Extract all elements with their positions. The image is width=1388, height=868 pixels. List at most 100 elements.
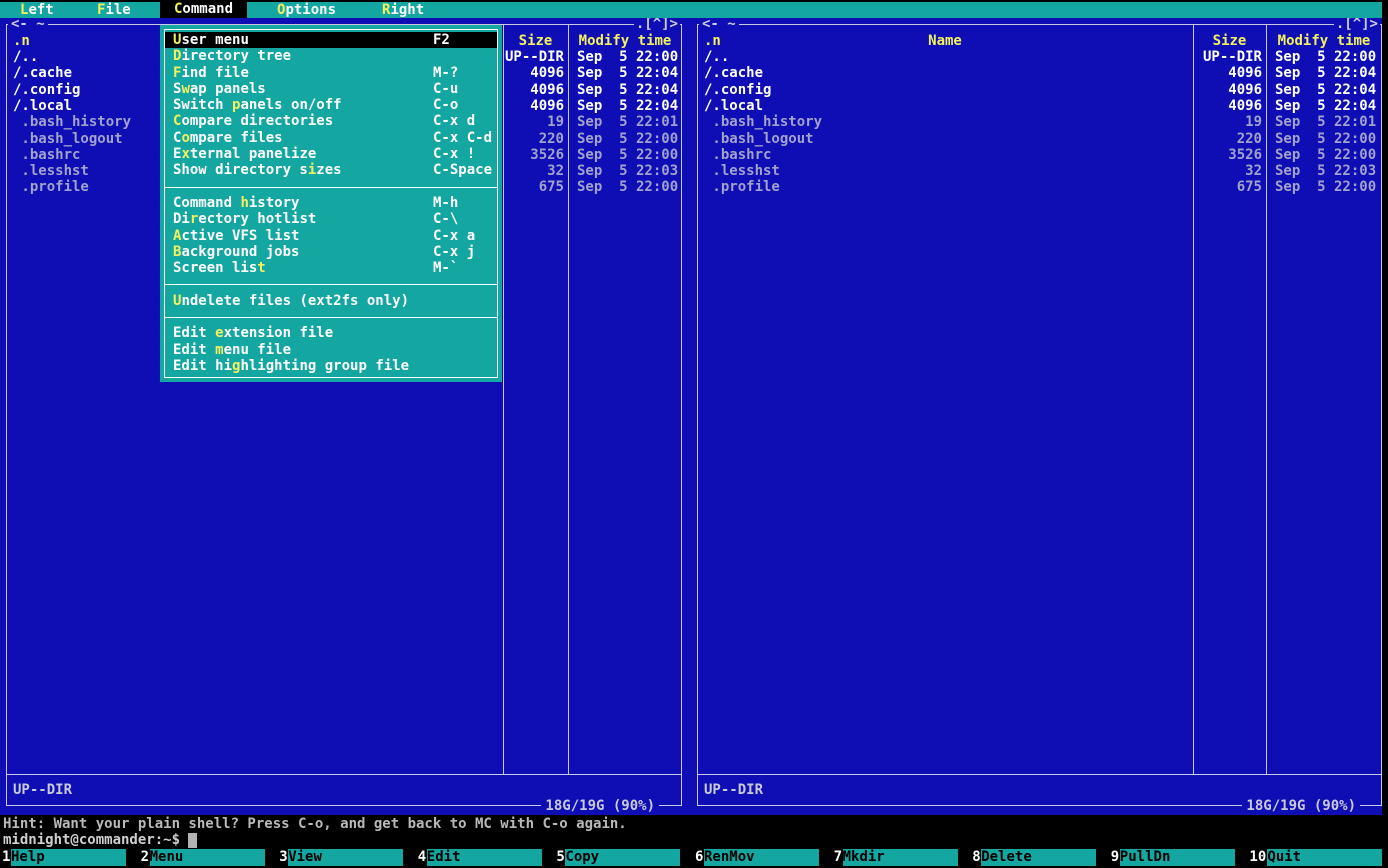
shell-prompt-text: midnight@commander:~$ [3, 832, 180, 848]
menu-item-hotkey: w [181, 81, 189, 97]
file-size: 19 [1152, 114, 1262, 130]
menu-item[interactable]: Command historyM-h [165, 195, 497, 211]
shell-prompt-line[interactable]: midnight@commander:~$ [3, 832, 180, 848]
column-header-modify-time[interactable]: Modify time [1278, 33, 1371, 49]
file-mtime: Sep 5 22:04 [577, 82, 678, 98]
menu-item-shortcut: C-o [433, 97, 458, 113]
menu-item[interactable]: Active VFS listC-x a [165, 228, 497, 244]
menu-item[interactable]: Directory tree [165, 48, 497, 64]
file-mtime: Sep 5 22:04 [1275, 98, 1376, 114]
menu-item-text: ternal panelize [190, 146, 316, 162]
menu-item[interactable]: Find fileM-? [165, 65, 497, 81]
menu-item-text: ackground jobs [181, 244, 299, 260]
menu-item[interactable]: Edit highlighting group file [165, 358, 497, 374]
file-mtime: Sep 5 22:01 [577, 114, 678, 130]
menu-item[interactable]: Directory hotlistC-\ [165, 211, 497, 227]
fkey-4-button[interactable]: Edit [427, 849, 542, 866]
menu-item-text: ectory hotlist [198, 211, 316, 227]
panel-right-path-title[interactable]: <- ~ [699, 16, 739, 32]
menu-item-shortcut: M-h [433, 195, 458, 211]
sort-indicator[interactable]: .n [704, 33, 721, 49]
menu-item-hotkey: x [181, 146, 189, 162]
fkey-2-button[interactable]: Menu [150, 849, 265, 866]
hint-text: Hint: Want your plain shell? Press C-o, … [3, 816, 627, 832]
menu-item-hotkey: o [181, 130, 189, 146]
menu-item-command[interactable]: Command [160, 0, 247, 18]
column-header-size[interactable]: Size [1213, 33, 1247, 49]
fkey-3-number: 3 [279, 849, 287, 865]
menu-item[interactable]: Show directory sizesC-Space [165, 162, 497, 178]
menu-item-hotkey: t [257, 260, 265, 276]
menu-item-text: ctive VFS list [181, 228, 299, 244]
menu-item-text: Edit [173, 325, 215, 341]
menu-item-text: ap panels [190, 81, 266, 97]
panel-left-ministatus-separator [7, 774, 681, 775]
file-name: /.local [13, 98, 72, 114]
fkey-8-number: 8 [972, 849, 980, 865]
menu-item[interactable]: Edit extension file [165, 325, 497, 341]
menu-item[interactable]: Swap panelsC-u [165, 81, 497, 97]
panel-left-path-title[interactable]: <- ~ [8, 16, 48, 32]
file-mtime: Sep 5 22:00 [1275, 131, 1376, 147]
fkey-8-button[interactable]: Delete [981, 849, 1096, 866]
file-mtime: Sep 5 22:00 [577, 179, 678, 195]
menu-item-file[interactable]: File [97, 2, 131, 18]
menu-item-shortcut: C-u [433, 81, 458, 97]
menu-item[interactable]: Edit menu file [165, 342, 497, 358]
menu-item-right[interactable]: Right [382, 2, 424, 18]
file-mtime: Sep 5 22:03 [577, 163, 678, 179]
column-header-size[interactable]: Size [519, 33, 553, 49]
column-header-modify-time[interactable]: Modify time [579, 33, 672, 49]
menu-item-text: enu file [224, 342, 291, 358]
file-name: /.cache [13, 65, 72, 81]
menu-item[interactable]: Undelete files (ext2fs only) [165, 293, 497, 309]
menu-item[interactable]: Background jobsC-x j [165, 244, 497, 260]
file-name: /.config [704, 82, 771, 98]
file-name: .bashrc [13, 147, 80, 163]
menu-item-shortcut: M-` [433, 260, 458, 276]
menu-item[interactable]: User menuF2 [165, 32, 497, 48]
fkey-6-button[interactable]: RenMov [704, 849, 819, 866]
menu-item-text: Edit [173, 342, 215, 358]
file-size: UP--DIR [1152, 49, 1262, 65]
sort-indicator[interactable]: .n [13, 33, 30, 49]
menu-item-hotkey: h [240, 195, 248, 211]
file-mtime: Sep 5 22:00 [577, 131, 678, 147]
file-size: 4096 [1152, 82, 1262, 98]
panel-right-history-updir-buttons[interactable]: .[^]> [1334, 16, 1380, 32]
menu-item-shortcut: C-x j [433, 244, 475, 260]
fkey-10-number: 10 [1249, 849, 1266, 865]
menu-item-left[interactable]: Left [20, 2, 54, 18]
fkey-7-button[interactable]: Mkdir [843, 849, 958, 866]
menu-item-shortcut: M-? [433, 65, 458, 81]
fkey-1-button[interactable]: Help [11, 849, 126, 866]
menu-item-text: Screen lis [173, 260, 257, 276]
menu-item-options[interactable]: Options [277, 2, 336, 18]
menu-item[interactable]: Compare filesC-x C-d [165, 130, 497, 146]
menu-item-shortcut: F2 [433, 32, 450, 48]
menu-item-label: ile [105, 2, 130, 18]
file-size: 32 [1152, 163, 1262, 179]
fkey-3-button[interactable]: View [288, 849, 403, 866]
menu-item-text: irectory tree [181, 48, 291, 64]
command-menu-frame: User menuF2Directory treeFind fileM-?Swa… [164, 29, 498, 378]
file-size: 220 [1152, 131, 1262, 147]
file-name: .bash_history [13, 114, 131, 130]
column-header-name[interactable]: Name [928, 33, 962, 49]
fkey-10-button[interactable]: Quit [1267, 849, 1382, 866]
fkey-5-button[interactable]: Copy [565, 849, 680, 866]
fkey-9-button[interactable]: PullDn [1120, 849, 1235, 866]
menu-item[interactable]: Screen list M-` [165, 260, 497, 276]
panel-right-free-space: 18G/19G (90%) [1242, 798, 1360, 814]
menu-item[interactable]: External panelizeC-x ! [165, 146, 497, 162]
file-mtime: Sep 5 22:00 [577, 49, 678, 65]
menu-item[interactable]: Switch panels on/offC-o [165, 97, 497, 113]
menu-item-text: ndelete files (ext2fs only) [181, 293, 409, 309]
fkey-2-number: 2 [141, 849, 149, 865]
fkey-6-number: 6 [695, 849, 703, 865]
file-name: .profile [704, 179, 780, 195]
file-mtime: Sep 5 22:00 [1275, 179, 1376, 195]
panel-left-history-updir-buttons[interactable]: .[^]> [634, 16, 680, 32]
menu-item[interactable]: Compare directoriesC-x d [165, 113, 497, 129]
file-size: 4096 [1152, 98, 1262, 114]
